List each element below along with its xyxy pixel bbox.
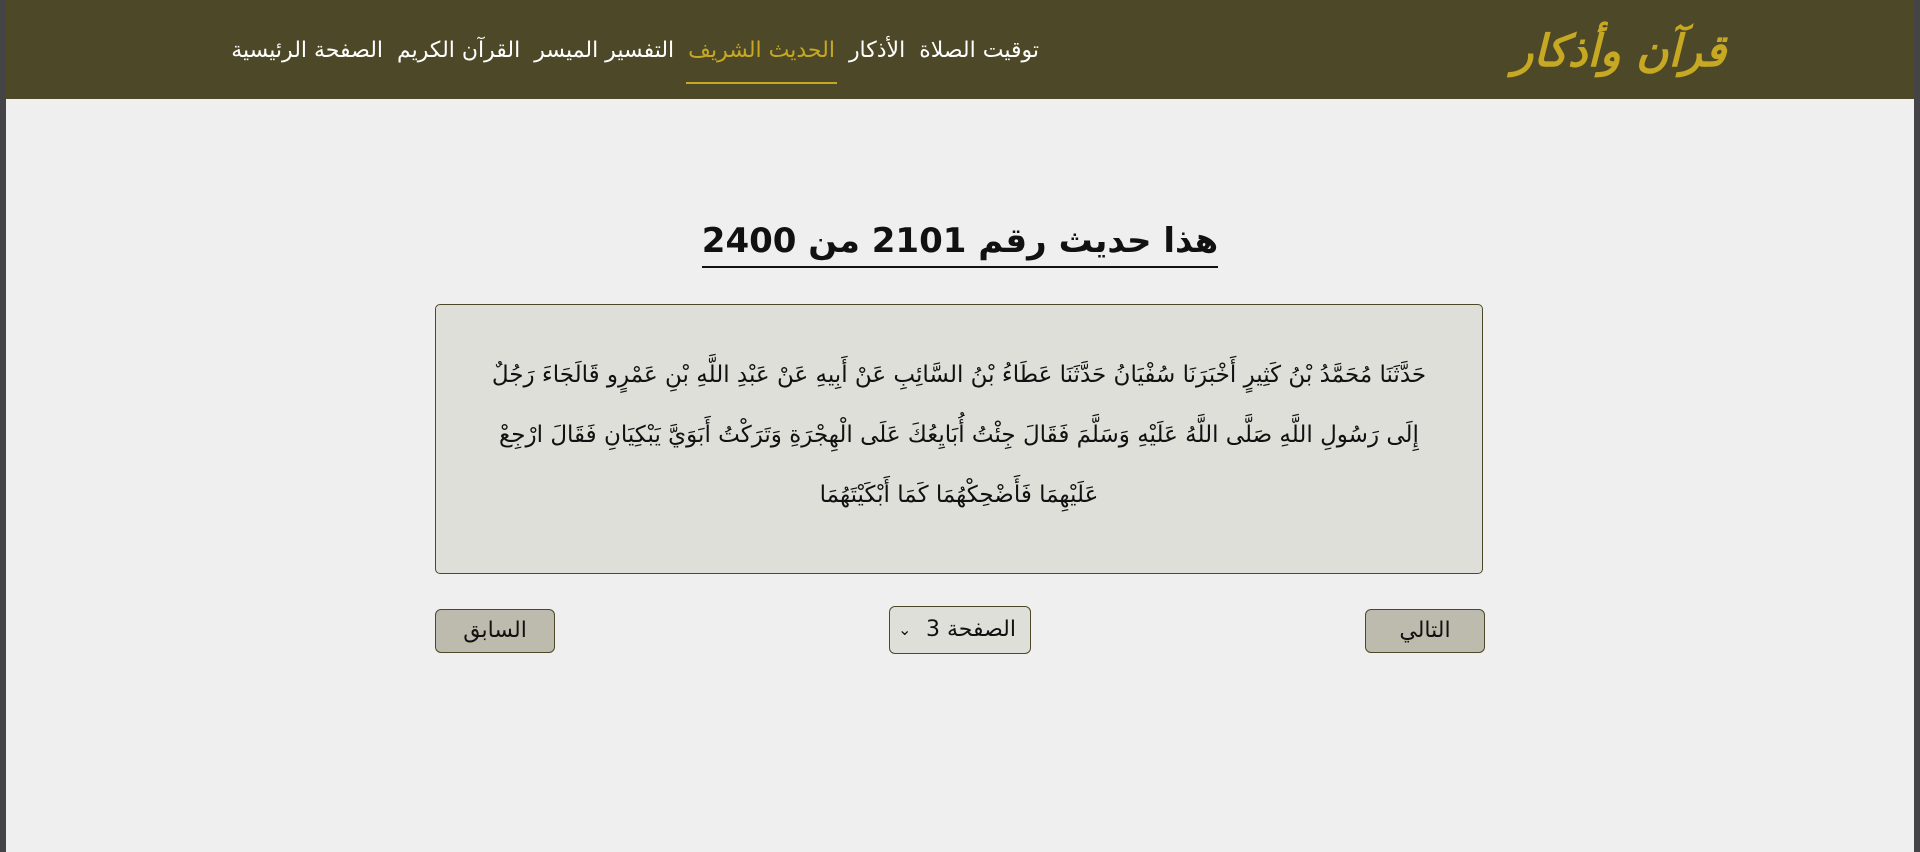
chevron-down-icon: ⌄ (898, 620, 912, 639)
app-viewport: الصفحة الرئيسية القرآن الكريم التفسير ال… (6, 0, 1914, 852)
hadith-text-box: حَدَّثَنَا مُحَمَّدُ بْنُ كَثِيرٍ أَخْبَ… (435, 304, 1483, 574)
nav-prayer-times[interactable]: توقيت الصلاة (919, 34, 1039, 68)
nav-home[interactable]: الصفحة الرئيسية (231, 34, 383, 68)
next-button[interactable]: التالي (1365, 609, 1485, 653)
nav-quran[interactable]: القرآن الكريم (397, 34, 520, 68)
page-select[interactable]: الصفحة 3 ⌄ (889, 606, 1031, 654)
top-navbar: الصفحة الرئيسية القرآن الكريم التفسير ال… (6, 0, 1914, 99)
site-logo[interactable]: قرآن وأذكار (1512, 22, 1726, 82)
page-select-value: الصفحة 3 (925, 617, 1016, 642)
nav-tafsir[interactable]: التفسير الميسر (534, 34, 674, 68)
nav-adhkar[interactable]: الأذكار (849, 34, 905, 68)
hadith-heading-wrap: هذا حديث رقم 2101 من 2400 (6, 218, 1914, 268)
hadith-heading: هذا حديث رقم 2101 من 2400 (701, 218, 1219, 268)
main-nav: الصفحة الرئيسية القرآن الكريم التفسير ال… (231, 34, 1039, 84)
nav-hadith[interactable]: الحديث الشريف (686, 34, 837, 84)
previous-button[interactable]: السابق (435, 609, 555, 653)
hadith-text: حَدَّثَنَا مُحَمَّدُ بْنُ كَثِيرٍ أَخْبَ… (491, 362, 1427, 508)
